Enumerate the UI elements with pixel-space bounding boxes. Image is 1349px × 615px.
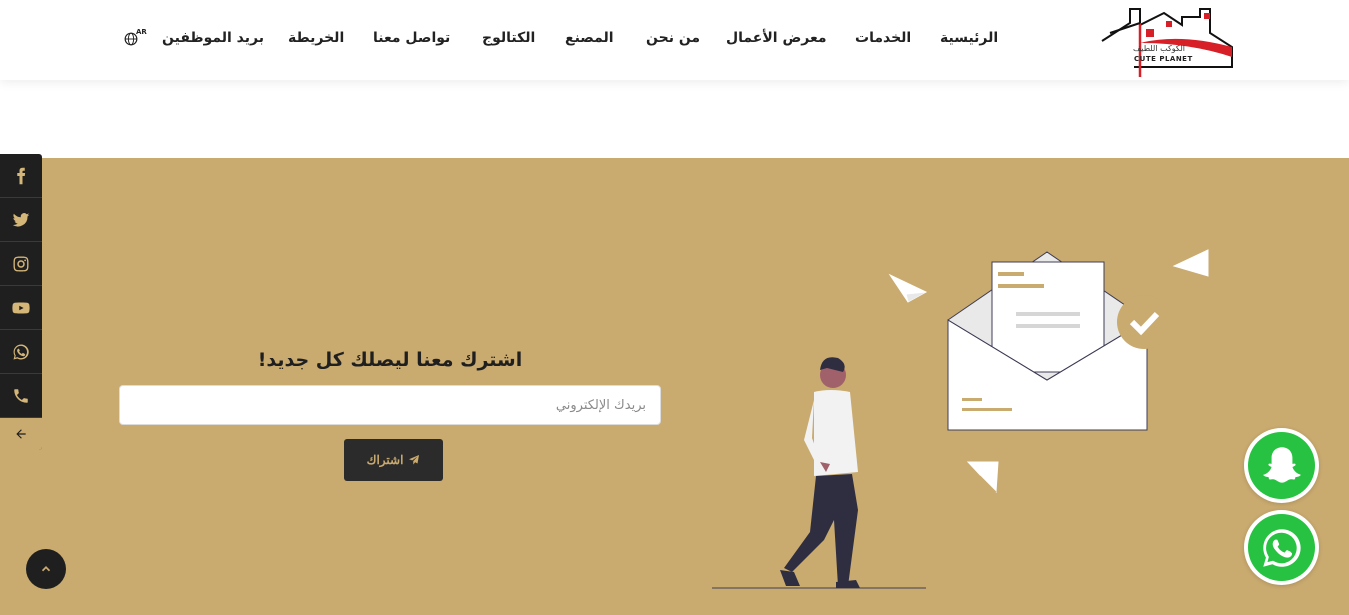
social-sidebar [0, 154, 42, 450]
logo-english-name: CUTE PLANET [1134, 55, 1193, 63]
subscribe-button-label: اشتراك [366, 453, 404, 467]
subscribe-button[interactable]: اشتراك [344, 439, 443, 481]
nav-item-portfolio[interactable]: معرض الأعمال [726, 30, 827, 46]
youtube-link[interactable] [0, 286, 42, 330]
paper-plane-icon [409, 455, 420, 465]
twitter-link[interactable] [0, 198, 42, 242]
language-code: AR [136, 28, 147, 36]
snapchat-button[interactable] [1244, 428, 1319, 503]
phone-link[interactable] [0, 374, 42, 418]
snapchat-icon [1262, 446, 1301, 483]
site-logo[interactable] [1100, 3, 1234, 77]
twitter-icon [12, 212, 30, 226]
nav-item-staff-mail[interactable]: بريد الموظفين [162, 30, 264, 46]
nav-item-services[interactable]: الخدمات [855, 30, 911, 46]
nav-item-factory[interactable]: المصنع [565, 30, 614, 46]
subscribe-title: اشترك معنا ليصلك كل جديد! [257, 349, 523, 371]
newsletter-illustration [700, 240, 1220, 600]
nav-item-catalog[interactable]: الكتالوج [482, 30, 535, 46]
whatsapp-link[interactable] [0, 330, 42, 374]
nav-item-home[interactable]: الرئيسية [940, 30, 998, 46]
site-header: الكوكب اللطيف CUTE PLANET الرئيسية الخدم… [0, 0, 1349, 80]
youtube-icon [12, 301, 30, 314]
instagram-link[interactable] [0, 242, 42, 286]
facebook-link[interactable] [0, 154, 42, 198]
nav-item-contact[interactable]: تواصل معنا [373, 30, 450, 46]
whatsapp-icon [13, 343, 29, 359]
phone-icon [14, 388, 28, 403]
facebook-icon [17, 167, 26, 184]
back-to-top-button[interactable] [26, 549, 66, 589]
arrow-left-icon [16, 429, 26, 439]
whatsapp-float-button[interactable] [1244, 510, 1319, 585]
chevron-up-icon [41, 566, 51, 572]
social-toggle[interactable] [0, 418, 42, 450]
whatsapp-icon [1262, 528, 1301, 567]
email-input[interactable] [119, 385, 661, 425]
nav-item-about[interactable]: من نحن [646, 30, 700, 46]
instagram-icon [13, 256, 29, 271]
logo-arabic-name: الكوكب اللطيف [1133, 44, 1185, 53]
nav-item-map[interactable]: الخريطة [288, 30, 344, 46]
